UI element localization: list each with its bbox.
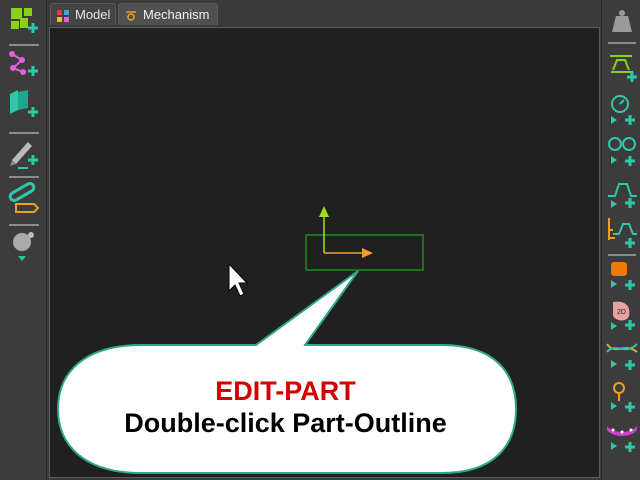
model-icon	[56, 8, 70, 22]
motion-dimension-icon[interactable]	[605, 50, 639, 84]
add-chain-icon[interactable]	[605, 420, 639, 454]
tab-label: Model	[75, 7, 111, 22]
add-block-icon[interactable]	[605, 258, 639, 292]
rotary-motion-icon[interactable]	[605, 92, 639, 126]
cam-motion-icon[interactable]	[605, 216, 639, 250]
mechanism-icon	[124, 8, 138, 22]
belt-drive-icon[interactable]	[605, 134, 639, 168]
toolbar-separator	[608, 254, 636, 256]
tab-label: Mechanism	[143, 7, 210, 22]
weight-icon[interactable]	[605, 4, 639, 38]
x-axis-arrow-icon	[362, 248, 373, 258]
add-2d-part-icon[interactable]: 2D	[605, 298, 639, 332]
callout-subtitle: Double-click Part-Outline	[124, 408, 447, 438]
toolbar-separator	[608, 42, 636, 44]
add-link-icon[interactable]	[6, 180, 40, 216]
add-part-icon[interactable]	[6, 4, 40, 40]
right-toolbar: 2D	[601, 0, 640, 480]
toolbar-separator	[9, 176, 39, 178]
svg-text:2D: 2D	[617, 309, 626, 316]
callout-bubble	[56, 270, 518, 474]
tab-bar: Model Mechanism	[47, 0, 601, 27]
left-toolbar	[0, 0, 47, 480]
add-curve-icon[interactable]	[605, 338, 639, 372]
add-pen-edit-icon[interactable]	[6, 134, 40, 170]
tab-model[interactable]: Model	[50, 3, 116, 25]
y-axis-arrow-icon	[319, 206, 329, 217]
add-linkage-icon[interactable]	[6, 86, 40, 122]
toolbar-separator	[9, 224, 39, 226]
add-kinematic-chain-icon[interactable]	[6, 46, 40, 82]
tab-mechanism[interactable]: Mechanism	[118, 3, 218, 25]
add-sphere-icon[interactable]	[6, 228, 40, 264]
add-pin-icon[interactable]	[605, 380, 639, 414]
cam-profile-icon[interactable]	[605, 176, 639, 210]
mouse-cursor-icon	[228, 262, 249, 297]
app-window: Model Mechanism EDIT-PART Double-click P…	[0, 0, 640, 480]
callout-title: EDIT-PART	[215, 376, 356, 406]
